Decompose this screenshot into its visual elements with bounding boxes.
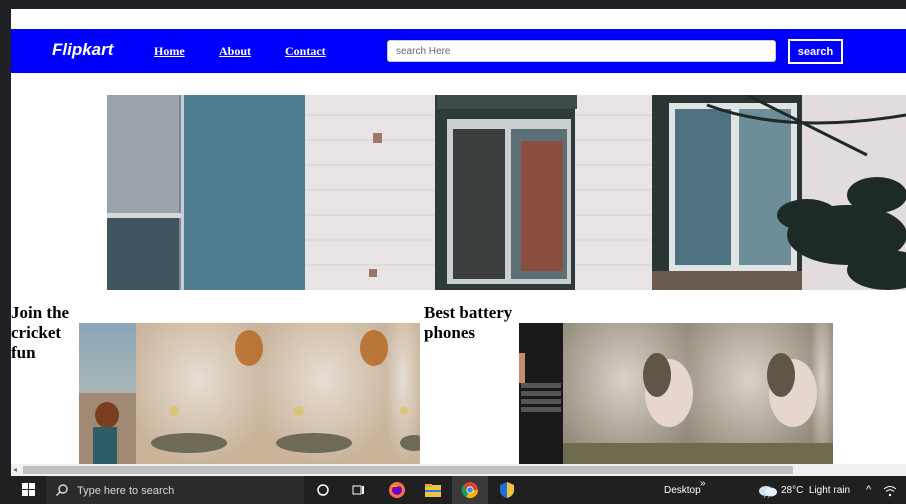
cricket-photo-strip (79, 323, 420, 464)
firefox-icon[interactable] (379, 476, 415, 504)
chrome-icon[interactable] (452, 476, 488, 504)
windows-start-icon[interactable] (10, 480, 46, 500)
task-view-icon[interactable] (341, 476, 377, 504)
nav-link-contact[interactable]: Contact (285, 44, 326, 59)
section-title-phones: Best battery phones (424, 303, 513, 342)
browser-viewport: Flipkart Home About Contact search Here … (0, 0, 906, 476)
taskbar-search-placeholder: Type here to search (77, 485, 175, 497)
desktop-toolbar-label[interactable]: Desktop (664, 485, 701, 496)
scrollbar-thumb[interactable] (23, 466, 793, 474)
search-input[interactable] (387, 40, 776, 62)
tray-expand-arrow[interactable]: ^ (866, 484, 871, 496)
windows-taskbar: Type here to search Desktop » 28°C Light… (0, 476, 906, 504)
hero-banner-image (107, 95, 906, 290)
magnifier-icon (55, 483, 69, 502)
weather-cloud-icon[interactable] (758, 484, 778, 503)
navbar: Flipkart Home About Contact search (11, 29, 906, 73)
brand-logo[interactable]: Flipkart (52, 40, 113, 60)
weather-text[interactable]: 28°C Light rain (781, 485, 850, 496)
taskbar-search-box[interactable]: Type here to search (46, 476, 304, 504)
horizontal-scrollbar[interactable]: ◂ (11, 464, 906, 476)
search-button[interactable]: search (788, 39, 843, 64)
section-title-cricket: Join the cricket fun (11, 303, 70, 362)
web-page: Flipkart Home About Contact search Here … (11, 9, 906, 464)
cricket-photo (79, 323, 420, 464)
phones-photo (519, 323, 833, 464)
toolbar-overflow-chevron[interactable]: » (700, 478, 706, 489)
nav-link-about[interactable]: About (219, 44, 251, 59)
phones-photo-strip (519, 323, 833, 464)
building-photo (107, 95, 906, 290)
cortana-icon[interactable] (305, 476, 341, 504)
file-explorer-icon[interactable] (415, 476, 451, 504)
security-shield-icon[interactable] (489, 476, 525, 504)
nav-link-home[interactable]: Home (154, 44, 185, 59)
scroll-left-arrow-icon[interactable]: ◂ (13, 465, 17, 474)
wifi-icon[interactable] (883, 484, 897, 502)
